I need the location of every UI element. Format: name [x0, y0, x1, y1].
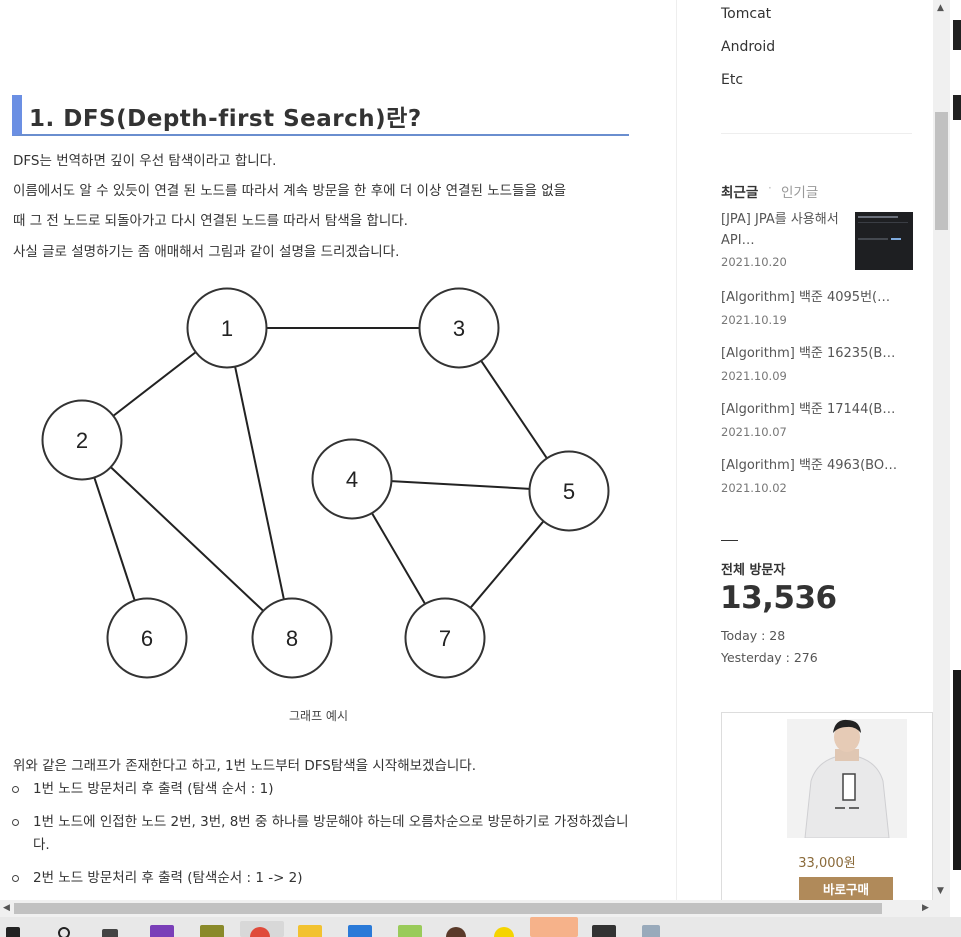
window-edge-mark — [953, 20, 961, 50]
scroll-down-icon[interactable]: ▼ — [937, 886, 944, 896]
file-explorer-icon[interactable] — [298, 925, 322, 937]
tab-popular-posts[interactable]: 인기글 — [781, 181, 818, 201]
visual-studio-icon[interactable] — [150, 925, 174, 937]
graph-node-8: 8 — [251, 597, 333, 679]
horizontal-scroll-thumb[interactable] — [14, 903, 882, 914]
recent-post-title[interactable]: [Algorithm] 백준 17144(B… — [721, 399, 911, 420]
vertical-scroll-thumb[interactable] — [935, 112, 948, 230]
window-edge-mark — [953, 670, 961, 870]
paint-icon[interactable] — [398, 925, 422, 937]
product-image[interactable] — [787, 719, 907, 838]
graph-node-6: 6 — [106, 597, 188, 679]
scroll-left-icon[interactable]: ◀ — [3, 903, 10, 913]
graph-edge-2-6 — [93, 477, 136, 601]
step-item-1: 1번 노드 방문처리 후 출력 (탐색 순서 : 1) — [33, 781, 274, 797]
graph-node-1: 1 — [186, 287, 268, 369]
store-icon[interactable] — [348, 925, 372, 937]
sidebar-separator — [721, 133, 912, 134]
scroll-up-icon[interactable]: ▲ — [937, 3, 944, 13]
window-edge-mark — [953, 95, 961, 120]
recent-post-title[interactable]: [Algorithm] 백준 4963(BO… — [721, 455, 911, 476]
visitor-today: Today : 28 — [721, 628, 786, 643]
recent-post-date: 2021.10.09 — [721, 369, 787, 383]
recent-post-title[interactable]: [Algorithm] 백준 4095번(… — [721, 287, 911, 308]
scroll-right-icon[interactable]: ▶ — [922, 903, 929, 913]
graph-edge-4-7 — [371, 512, 426, 605]
graph-node-label: 8 — [286, 626, 298, 651]
content-divider — [676, 0, 677, 900]
article-content: 1. DFS(Depth-first Search)란? DFS는 번역하면 깊… — [0, 0, 676, 900]
search-icon[interactable] — [58, 927, 70, 937]
graph-node-label: 6 — [141, 626, 153, 651]
paragraph-4: 사실 글로 설명하기는 좀 애매해서 그림과 같이 설명을 드리겠습니다. — [13, 244, 400, 260]
recent-post-title[interactable]: [Algorithm] 백준 16235(B… — [721, 343, 911, 364]
tab-recent-posts[interactable]: 최근글 — [721, 181, 758, 201]
bullet-marker — [12, 819, 19, 826]
paragraph-2: 이름에서도 알 수 있듯이 연결 된 노드를 따라서 계속 방문을 한 후에 더… — [13, 183, 567, 199]
graph-edge-3-5 — [480, 360, 548, 459]
category-android[interactable]: Android — [721, 39, 775, 55]
graph-node-label: 2 — [76, 428, 88, 453]
app-icon[interactable] — [200, 925, 224, 937]
horizontal-scrollbar[interactable]: ◀ ▶ — [0, 900, 950, 917]
graph-node-7: 7 — [404, 597, 486, 679]
category-tomcat[interactable]: Tomcat — [721, 6, 771, 22]
ad-box[interactable]: 33,000원 바로구매 — [721, 712, 933, 900]
visitor-label: 전체 방문자 — [721, 563, 786, 578]
graph-edge-2-8 — [110, 466, 264, 612]
bullet-marker — [12, 875, 19, 882]
bullet-marker — [12, 786, 19, 793]
graph-node-label: 5 — [563, 479, 575, 504]
intro-paragraph: 위와 같은 그래프가 존재한다고 하고, 1번 노드부터 DFS탐색을 시작해보… — [13, 758, 477, 774]
graph-node-4: 4 — [311, 438, 393, 520]
graph-node-5: 5 — [528, 450, 610, 532]
recent-post-date: 2021.10.20 — [721, 255, 787, 269]
visitor-yesterday: Yesterday : 276 — [721, 650, 818, 665]
windows-icon[interactable] — [6, 927, 20, 937]
recent-post-title[interactable]: [JPA] JPA를 사용해서 API… — [721, 209, 846, 251]
task-view-icon[interactable] — [102, 929, 118, 937]
kakaotalk-icon[interactable] — [494, 927, 514, 937]
category-etc[interactable]: Etc — [721, 72, 743, 88]
image-caption: 그래프 예시 — [289, 709, 349, 723]
graph-node-label: 4 — [346, 467, 358, 492]
section-heading-text: 1. DFS(Depth-first Search)란? — [29, 106, 422, 132]
terminal-icon[interactable] — [592, 925, 616, 937]
recycle-icon[interactable] — [642, 925, 660, 937]
graph-node-label: 3 — [453, 316, 465, 341]
graph-node-label: 1 — [221, 316, 233, 341]
buy-now-button[interactable]: 바로구매 — [799, 877, 893, 900]
post-thumbnail[interactable] — [855, 212, 913, 270]
recent-post-date: 2021.10.07 — [721, 425, 787, 439]
recent-post-date: 2021.10.19 — [721, 313, 787, 327]
section-heading: 1. DFS(Depth-first Search)란? — [12, 95, 629, 136]
graph-edge-5-7 — [469, 520, 545, 609]
graph-edge-1-2 — [112, 351, 197, 417]
visitor-divider — [721, 540, 738, 541]
product-price: 33,000원 — [798, 856, 856, 871]
tab-separator-dot: · — [768, 181, 772, 195]
step-item-3: 2번 노드 방문처리 후 출력 (탐색순서 : 1 -> 2) — [33, 870, 303, 886]
vertical-scrollbar[interactable]: ▲ ▼ — [933, 0, 950, 900]
recent-post-date: 2021.10.02 — [721, 481, 787, 495]
graph-node-2: 2 — [41, 399, 123, 481]
step-item-2: 1번 노드에 인접한 노드 2번, 3번, 8번 중 하나를 방문해야 하는데 … — [33, 814, 629, 853]
graph-diagram: 1 2 3 4 5 6 7 8 — [41, 287, 610, 679]
sidebar: Tomcat Android Etc 최근글 · 인기글 [JPA] JPA를 … — [700, 0, 933, 900]
graph-node-3: 3 — [418, 287, 500, 369]
visitor-total: 13,536 — [720, 580, 837, 616]
graph-edge-4-5 — [391, 480, 530, 490]
graph-node-label: 7 — [439, 626, 451, 651]
graph-edge-1-8 — [234, 366, 285, 600]
taskbar — [0, 917, 961, 937]
game-icon[interactable] — [446, 927, 466, 937]
paragraph-3: 때 그 전 노드로 되돌아가고 다시 연결된 노드를 따라서 탐색을 합니다. — [13, 213, 408, 229]
java-icon[interactable] — [530, 917, 578, 937]
paragraph-1: DFS는 번역하면 깊이 우선 탐색이라고 합니다. — [13, 153, 277, 169]
